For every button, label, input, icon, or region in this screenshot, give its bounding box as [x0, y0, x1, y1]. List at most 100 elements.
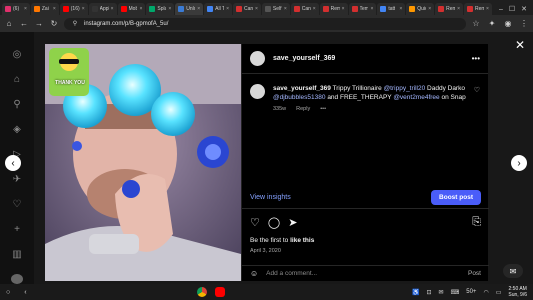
- browser-tab[interactable]: Zai ×: [30, 3, 59, 15]
- launcher-icon[interactable]: ○: [6, 289, 10, 296]
- post-comment-button[interactable]: Post: [468, 270, 481, 277]
- notifications-nav-icon[interactable]: ♡: [10, 198, 24, 210]
- clock-date: Sun, 9/6: [508, 292, 527, 298]
- close-window-icon[interactable]: ✕: [521, 5, 527, 13]
- notification-icon[interactable]: ✉: [439, 289, 444, 296]
- browser-tab[interactable]: Quic×: [406, 3, 435, 15]
- dashboard-nav-icon[interactable]: ▥: [10, 249, 24, 261]
- screen-capture-icon[interactable]: ⊡: [427, 289, 432, 296]
- author-avatar[interactable]: [250, 51, 265, 66]
- clock[interactable]: 2:50 AM Sun, 9/6: [508, 286, 527, 298]
- home-nav-icon[interactable]: ⌂: [10, 73, 24, 85]
- caption-avatar[interactable]: [250, 84, 265, 99]
- search-nav-icon[interactable]: ⚲: [10, 98, 24, 110]
- tab-close-icon[interactable]: ×: [486, 6, 489, 12]
- tab-favicon-icon: [91, 6, 98, 12]
- browser-tab[interactable]: Spla ×: [146, 3, 175, 15]
- close-modal-icon[interactable]: ✕: [515, 38, 525, 52]
- home-icon[interactable]: ⌂: [4, 19, 14, 28]
- tab-close-icon[interactable]: ×: [226, 6, 229, 12]
- mention-link-1[interactable]: @trippy_trill20: [384, 85, 426, 92]
- browser-tab[interactable]: Cana×: [290, 3, 319, 15]
- address-bar[interactable]: ⚲ instagram.com/p/B-gpmofA_5u/: [64, 17, 466, 30]
- comment-options-icon[interactable]: •••: [320, 106, 326, 112]
- tab-close-icon[interactable]: ×: [342, 6, 345, 12]
- tab-close-icon[interactable]: ×: [428, 6, 431, 12]
- previous-post-button[interactable]: ‹: [5, 155, 21, 171]
- bookmark-star-icon[interactable]: ☆: [471, 19, 481, 28]
- back-gesture-icon[interactable]: ‹: [24, 289, 26, 296]
- instagram-logo-icon[interactable]: ◎: [10, 48, 24, 60]
- reload-icon[interactable]: ↻: [49, 19, 59, 28]
- tab-close-icon[interactable]: ×: [255, 6, 258, 12]
- comment-input[interactable]: Add a comment...: [266, 270, 317, 277]
- tab-close-icon[interactable]: ×: [53, 6, 56, 12]
- chrome-app-icon[interactable]: [196, 287, 207, 297]
- like-this-link[interactable]: like this: [290, 237, 314, 244]
- browser-tab[interactable]: Cana×: [233, 3, 261, 15]
- caption-age: 335w: [273, 106, 287, 112]
- post-photo[interactable]: THANK YOU: [45, 44, 241, 281]
- maximize-icon[interactable]: ☐: [509, 5, 515, 13]
- tab-close-icon[interactable]: ×: [82, 6, 85, 12]
- browser-tab[interactable]: (6) ×: [2, 3, 30, 15]
- tab-close-icon[interactable]: ×: [284, 6, 287, 12]
- caption-comment: save_yourself_369 Trippy Trillionaire @t…: [242, 74, 488, 102]
- site-info-icon[interactable]: ⚲: [70, 20, 80, 27]
- profile-icon[interactable]: ◉: [503, 19, 513, 28]
- browser-tab[interactable]: Rem ×: [464, 3, 492, 15]
- tab-close-icon[interactable]: ×: [24, 6, 27, 12]
- profile-avatar[interactable]: [11, 273, 23, 285]
- tab-close-icon[interactable]: ×: [197, 6, 200, 12]
- browser-tab[interactable]: Unlo ×: [175, 3, 204, 15]
- browser-tab[interactable]: Self ×: [261, 3, 290, 15]
- share-icon[interactable]: ➤: [288, 216, 297, 229]
- browser-tab[interactable]: (16) ×: [59, 3, 88, 15]
- tab-close-icon[interactable]: ×: [313, 6, 316, 12]
- os-shelf: ○ ‹ ♿ ⊡ ✉ ⌨ 50+ ◠ ▭ 2:50 AM Sun, 9/6: [0, 284, 533, 300]
- view-insights-link[interactable]: View insights: [250, 194, 291, 201]
- battery-icon[interactable]: ▭: [496, 289, 502, 296]
- browser-tab[interactable]: Mobi×: [117, 3, 146, 15]
- accessibility-icon[interactable]: ♿: [412, 289, 419, 296]
- boost-post-button[interactable]: Boost post: [431, 190, 481, 205]
- tab-close-icon[interactable]: ×: [370, 6, 373, 12]
- create-nav-icon[interactable]: +: [10, 224, 24, 236]
- post-options-icon[interactable]: •••: [472, 54, 480, 63]
- author-username[interactable]: save_yourself_369: [273, 55, 335, 62]
- next-post-button[interactable]: ›: [511, 155, 527, 171]
- reply-link[interactable]: Reply: [296, 106, 310, 112]
- caption-username[interactable]: save_yourself_369: [273, 85, 331, 92]
- tab-close-icon[interactable]: ×: [139, 6, 142, 12]
- like-icon[interactable]: ♡: [250, 216, 260, 229]
- extensions-icon[interactable]: ✦: [487, 19, 497, 28]
- tab-close-icon[interactable]: ×: [168, 6, 171, 12]
- emoji-icon[interactable]: ☺: [250, 269, 258, 278]
- tab-close-icon[interactable]: ×: [457, 6, 460, 12]
- messages-nav-icon[interactable]: ✈: [10, 173, 24, 185]
- forward-icon[interactable]: →: [34, 19, 44, 28]
- youtube-app-icon[interactable]: [214, 287, 225, 297]
- toolbar-right: ☆ ✦ ◉ ⋮: [471, 19, 529, 28]
- browser-tab[interactable]: All T ×: [204, 3, 232, 15]
- tab-close-icon[interactable]: ×: [111, 6, 114, 12]
- browser-tab[interactable]: Rem ×: [319, 3, 348, 15]
- tab-close-icon[interactable]: ×: [399, 6, 402, 12]
- wifi-icon[interactable]: ◠: [483, 289, 488, 296]
- browser-tab[interactable]: Appl×: [88, 3, 117, 15]
- browser-tab[interactable]: Rem ×: [435, 3, 463, 15]
- save-icon[interactable]: ⎘: [472, 216, 481, 229]
- mention-link-3[interactable]: @vent2me4free: [393, 94, 439, 101]
- comment-icon[interactable]: ◯: [268, 216, 280, 229]
- tab-label: Spla: [157, 6, 167, 12]
- browser-tab[interactable]: tatt ×: [377, 3, 406, 15]
- back-icon[interactable]: ←: [19, 19, 29, 28]
- like-comment-icon[interactable]: ♡: [474, 86, 480, 102]
- explore-nav-icon[interactable]: ◈: [10, 123, 24, 135]
- menu-dots-icon[interactable]: ⋮: [519, 19, 529, 28]
- mention-link-2[interactable]: @djbubbles51380: [273, 94, 326, 101]
- browser-tab[interactable]: Tem ×: [348, 3, 377, 15]
- keyboard-icon[interactable]: ⌨: [451, 289, 460, 296]
- messages-fab-icon[interactable]: ✉: [503, 264, 523, 278]
- minimize-icon[interactable]: –: [499, 6, 503, 13]
